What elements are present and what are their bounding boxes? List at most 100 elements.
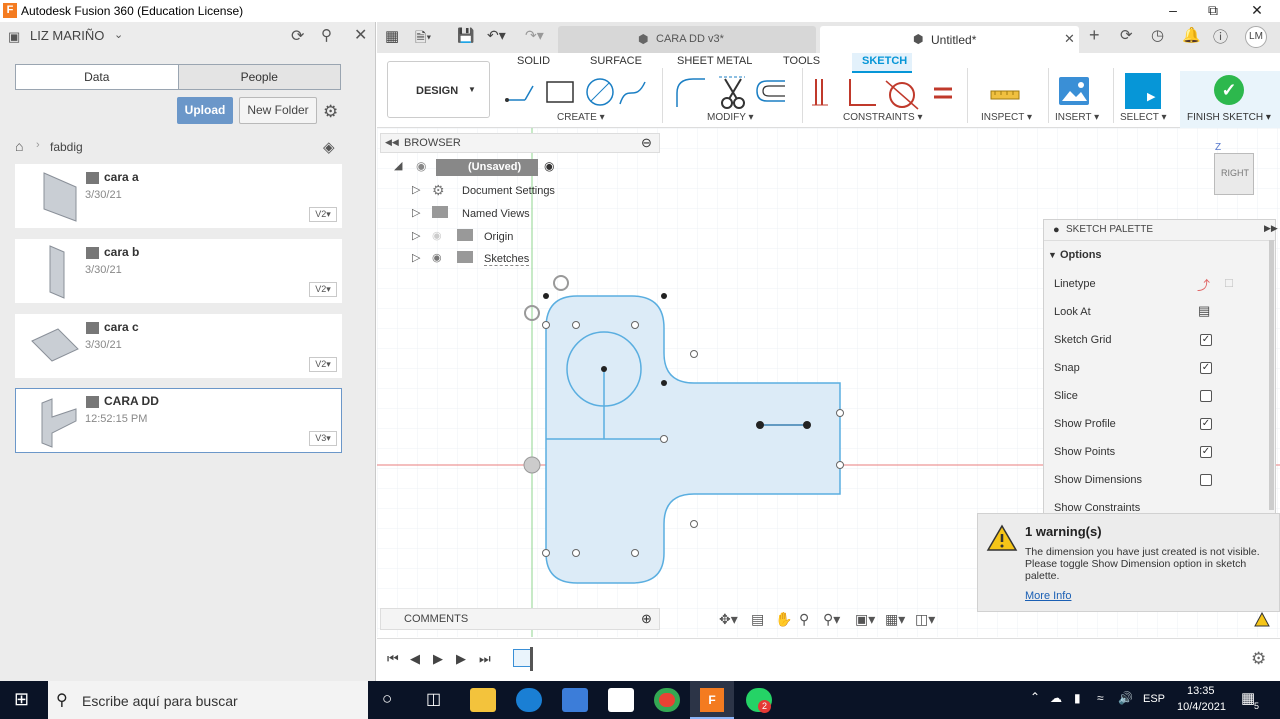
- help-icon[interactable]: ⓘ: [1213, 26, 1228, 47]
- file-card-selected[interactable]: CARA DD 12:52:15 PM V3▾: [15, 388, 342, 453]
- notifications-icon[interactable]: 🔔: [1182, 26, 1201, 44]
- step-forward-icon[interactable]: ▶: [456, 651, 466, 667]
- redo-icon[interactable]: ↷▾: [525, 27, 544, 44]
- perpendicular-constraint-icon[interactable]: [849, 79, 876, 106]
- tab-solid[interactable]: SOLID: [517, 55, 550, 67]
- step-back-icon[interactable]: ◀: [410, 651, 420, 667]
- minimize-panel-icon[interactable]: ⊖: [641, 135, 652, 151]
- insert-menu[interactable]: INSERT ▾: [1055, 112, 1099, 123]
- file-card[interactable]: cara a 3/30/21 V2▾: [15, 164, 342, 228]
- look-at-icon[interactable]: ▤: [1198, 303, 1210, 319]
- eye-icon[interactable]: ◉: [416, 159, 426, 173]
- equal-constraint-icon[interactable]: [934, 87, 952, 99]
- whatsapp-icon[interactable]: 2: [746, 688, 772, 713]
- warning-indicator-icon[interactable]: [1254, 612, 1270, 627]
- workspace-dropdown[interactable]: DESIGN ▼: [387, 61, 490, 118]
- origin-point[interactable]: [523, 456, 541, 474]
- expand-palette-icon[interactable]: ▶▶: [1264, 223, 1278, 234]
- browser-item[interactable]: ▷ Named Views: [412, 206, 592, 226]
- show-dimensions-checkbox[interactable]: [1200, 474, 1212, 486]
- construction-linetype-icon[interactable]: ⤴: [1197, 275, 1210, 294]
- show-profile-checkbox[interactable]: ✓: [1200, 418, 1212, 430]
- collapse-icon[interactable]: ◀◀: [385, 137, 399, 148]
- fusion-taskbar-item[interactable]: F: [690, 681, 734, 719]
- file-card[interactable]: cara c 3/30/21 V2▾: [15, 314, 342, 378]
- doc-tab-untitled[interactable]: ⬢ Untitled* ✕: [820, 26, 1079, 53]
- expand-icon[interactable]: ▷: [412, 251, 420, 264]
- timeline-marker[interactable]: [530, 647, 533, 671]
- browser-header[interactable]: ◀◀ BROWSER ⊖: [380, 133, 660, 153]
- edge-icon[interactable]: [516, 688, 542, 712]
- snap-checkbox[interactable]: ✓: [1200, 362, 1212, 374]
- orbit-icon[interactable]: ✥▾: [719, 611, 738, 628]
- select-menu[interactable]: SELECT ▾: [1120, 112, 1167, 123]
- tab-sheet-metal[interactable]: SHEET METAL: [677, 55, 752, 67]
- expand-icon[interactable]: ◢: [394, 159, 402, 172]
- version-dropdown[interactable]: V2▾: [309, 357, 337, 372]
- apps-grid-icon[interactable]: ▦: [385, 27, 399, 45]
- fillet-tool-icon[interactable]: [676, 78, 705, 107]
- options-section[interactable]: Options: [1060, 249, 1102, 261]
- measure-icon[interactable]: [989, 83, 1021, 105]
- comments-panel[interactable]: COMMENTS ⊕: [380, 608, 660, 630]
- show-points-checkbox[interactable]: ✓: [1200, 446, 1212, 458]
- doc-tab-cara-dd[interactable]: ⬢ CARA DD v3*: [558, 26, 816, 53]
- close-tab-icon[interactable]: ✕: [1064, 31, 1075, 47]
- search-icon[interactable]: ⚲: [321, 26, 332, 44]
- tab-people[interactable]: People: [178, 65, 340, 89]
- upload-button[interactable]: Upload: [177, 97, 233, 124]
- sketch-grid-checkbox[interactable]: ✓: [1200, 334, 1212, 346]
- tangent-constraint-icon[interactable]: [885, 80, 919, 110]
- new-tab-icon[interactable]: +: [1089, 25, 1100, 46]
- chrome-icon[interactable]: [654, 688, 680, 712]
- eye-hidden-icon[interactable]: ◉: [432, 229, 442, 242]
- tab-surface[interactable]: SURFACE: [590, 55, 642, 67]
- chevron-down-icon[interactable]: ⌄: [114, 28, 123, 41]
- show-hidden-icons-icon[interactable]: ⌃: [1030, 690, 1040, 704]
- add-comment-icon[interactable]: ⊕: [641, 611, 652, 627]
- language-indicator[interactable]: ESP: [1143, 693, 1165, 705]
- expand-icon[interactable]: ▷: [412, 229, 420, 242]
- version-dropdown[interactable]: V3▾: [309, 431, 337, 446]
- cortana-icon[interactable]: ○: [382, 689, 392, 709]
- sketch-feature-icon[interactable]: [513, 649, 531, 667]
- save-icon[interactable]: 💾: [457, 27, 474, 44]
- extensions-icon[interactable]: ⟳: [1120, 26, 1133, 44]
- finish-sketch-menu[interactable]: FINISH SKETCH ▾: [1187, 112, 1271, 123]
- go-to-end-icon[interactable]: ⏭: [479, 651, 491, 667]
- store-icon[interactable]: [562, 688, 588, 712]
- browser-item[interactable]: ▷ ⚙ Document Settings: [412, 182, 592, 203]
- select-tool-icon[interactable]: ▶: [1125, 73, 1161, 109]
- grid-settings-icon[interactable]: ▦▾: [885, 611, 905, 628]
- gear-icon[interactable]: ⚙: [323, 102, 338, 122]
- more-info-link[interactable]: More Info: [1025, 590, 1071, 602]
- trim-tool-icon[interactable]: [719, 76, 745, 109]
- browser-item[interactable]: ▷ ◉ Sketches: [412, 251, 592, 271]
- chevron-down-icon[interactable]: ▼: [1048, 250, 1057, 260]
- modify-menu[interactable]: MODIFY ▾: [707, 112, 754, 123]
- avatar[interactable]: LM: [1245, 26, 1267, 48]
- job-status-icon[interactable]: ◷: [1151, 26, 1164, 44]
- refresh-icon[interactable]: ⟳: [291, 26, 304, 46]
- look-at-icon[interactable]: ▤: [751, 611, 764, 628]
- close-panel-icon[interactable]: ✕: [354, 25, 367, 45]
- onedrive-icon[interactable]: ☁: [1050, 691, 1062, 705]
- palette-scrollbar[interactable]: [1269, 240, 1274, 510]
- offset-tool-icon[interactable]: [756, 80, 785, 102]
- clock-time[interactable]: 13:35: [1187, 685, 1215, 697]
- display-settings-icon[interactable]: ▣▾: [855, 611, 875, 628]
- viewports-icon[interactable]: ◫▾: [915, 611, 935, 628]
- play-icon[interactable]: ▶: [433, 651, 443, 667]
- version-dropdown[interactable]: V2▾: [309, 282, 337, 297]
- globe-icon[interactable]: ◈: [323, 138, 335, 156]
- battery-icon[interactable]: ▮: [1074, 691, 1081, 705]
- version-dropdown[interactable]: V2▾: [309, 207, 337, 222]
- create-menu[interactable]: CREATE ▾: [557, 112, 605, 123]
- zoom-icon[interactable]: ⚲: [799, 611, 809, 628]
- tab-tools[interactable]: TOOLS: [783, 55, 820, 67]
- maximize-button[interactable]: ⧉: [1190, 0, 1236, 22]
- file-card[interactable]: cara b 3/30/21 V2▾: [15, 239, 342, 303]
- coincident-constraint-icon[interactable]: [812, 79, 828, 106]
- line-tool-icon[interactable]: [505, 85, 534, 102]
- go-to-start-icon[interactable]: ⏮: [387, 651, 399, 667]
